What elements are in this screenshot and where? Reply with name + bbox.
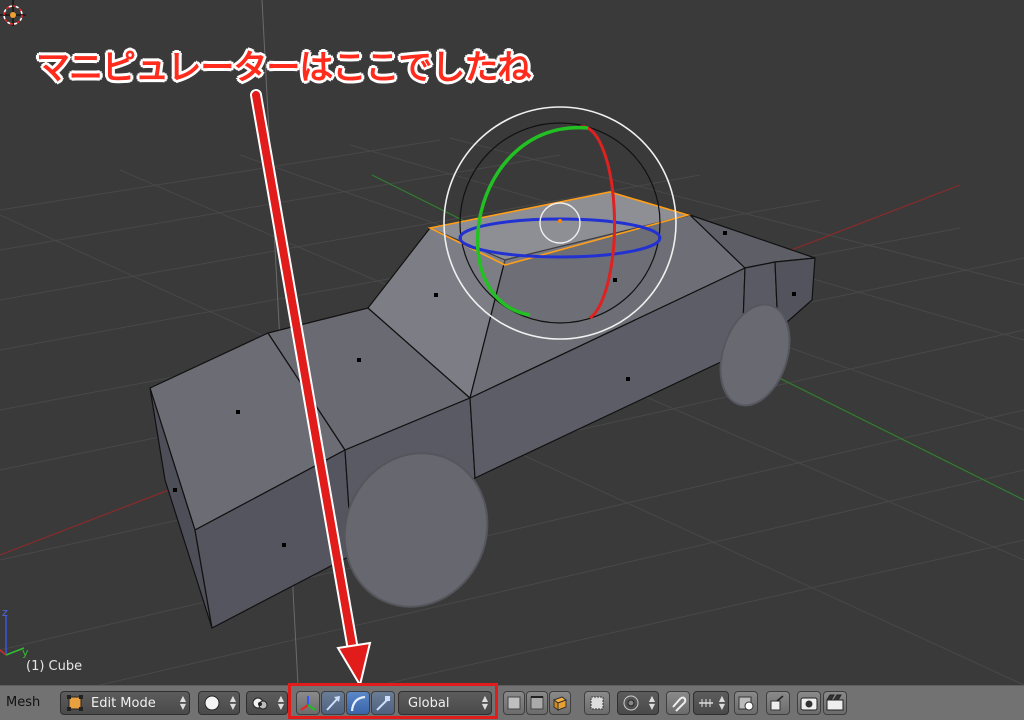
- manipulator-toggle-button[interactable]: [296, 691, 320, 715]
- pivot-arrows-icon: ▲ ▼: [277, 694, 284, 711]
- snap-increment-icon: [699, 699, 713, 707]
- edit-mode-icon: [67, 695, 83, 711]
- vertex-select-icon: [507, 696, 521, 710]
- orientation-arrows-icon: ▲ ▼: [481, 694, 488, 711]
- vertex-select-button[interactable]: [503, 691, 525, 715]
- pivot-point-icon: [252, 697, 268, 710]
- copy-paste-button[interactable]: [766, 691, 790, 715]
- occlude-geometry-icon: [590, 696, 604, 710]
- render-still-button[interactable]: [797, 691, 821, 715]
- editor-type-label: Mesh: [6, 695, 41, 710]
- translate-arrow-icon: [326, 696, 340, 711]
- edge-select-button[interactable]: [526, 691, 548, 715]
- proportional-arrows-icon: ▲ ▼: [648, 694, 655, 711]
- 3d-cursor-icon[interactable]: [0, 0, 26, 26]
- axis-label-y: y: [22, 646, 29, 659]
- snap-target-button[interactable]: [734, 691, 758, 715]
- scale-icon: [376, 696, 390, 711]
- pivot-dropdown[interactable]: ▲ ▼: [246, 691, 288, 715]
- 3d-viewport[interactable]: z y マニピュレーターはここでしたね (1) Cube: [0, 0, 1024, 685]
- render-animation-button[interactable]: [823, 691, 847, 715]
- solid-sphere-icon: [204, 695, 220, 711]
- mode-dropdown[interactable]: Edit Mode ▲ ▼: [60, 691, 190, 715]
- face-select-button[interactable]: [549, 691, 571, 715]
- copy-paste-icon: [770, 695, 784, 711]
- mode-label: Edit Mode: [91, 696, 156, 711]
- translate-manipulator-button[interactable]: [321, 691, 345, 715]
- rotate-arc-icon: [350, 695, 366, 712]
- annotation-caption: マニピュレーターはここでしたね: [36, 48, 531, 88]
- shading-arrows-icon: ▲ ▼: [229, 694, 236, 711]
- mode-arrows-icon: ▲ ▼: [179, 694, 186, 711]
- car-mesh[interactable]: [149, 191, 816, 629]
- transform-orientation-dropdown[interactable]: Global ▲ ▼: [398, 691, 492, 715]
- snap-toggle-button[interactable]: [666, 691, 690, 715]
- snap-element-arrows-icon: ▲ ▼: [718, 694, 725, 711]
- object-info-label: (1) Cube: [26, 659, 83, 674]
- proportional-edit-icon: [623, 695, 639, 711]
- scale-manipulator-button[interactable]: [371, 691, 395, 715]
- snap-magnet-icon: [672, 696, 687, 712]
- axis-label-z: z: [2, 606, 8, 619]
- orientation-label: Global: [408, 696, 450, 711]
- edge-select-icon: [530, 696, 544, 710]
- rotate-manipulator-button[interactable]: [346, 691, 370, 715]
- blender-window: z y マニピュレーターはここでしたね (1) Cube Mesh Edit M…: [0, 0, 1024, 720]
- manipulator-axes-icon: [300, 696, 316, 711]
- render-still-icon: [800, 697, 818, 711]
- viewport-scene: z y: [0, 0, 1024, 685]
- snap-element-dropdown[interactable]: ▲ ▼: [693, 691, 729, 715]
- snap-target-icon: [738, 696, 754, 711]
- shading-dropdown[interactable]: ▲ ▼: [198, 691, 240, 715]
- face-select-icon: [552, 696, 568, 711]
- axis-gizmo: z y: [0, 606, 29, 659]
- render-animation-icon: [826, 694, 844, 711]
- proportional-edit-dropdown[interactable]: ▲ ▼: [617, 691, 659, 715]
- occlude-geometry-button[interactable]: [584, 691, 610, 715]
- viewport-header: Mesh Edit Mode ▲ ▼ ▲ ▼ ▲ ▼ Global ▲ ▼ ▲ …: [0, 685, 1024, 720]
